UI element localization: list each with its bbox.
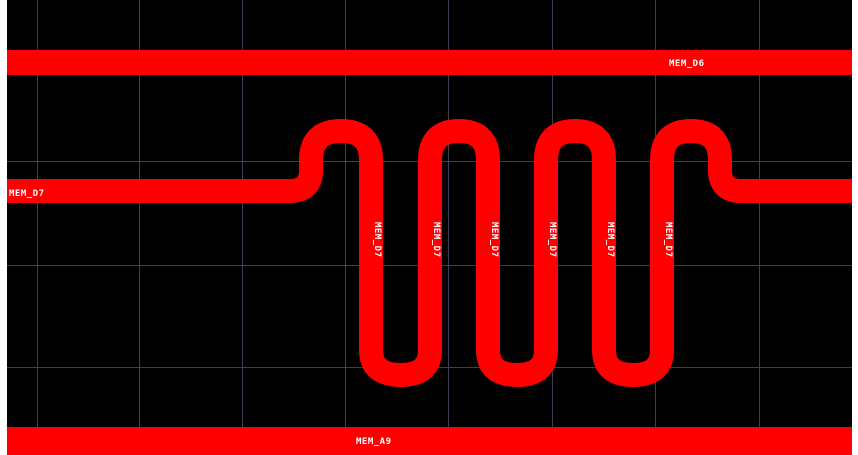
leg-label-mem-d7: MEM_D7 bbox=[605, 222, 615, 258]
trace-mem-a9[interactable] bbox=[7, 427, 852, 455]
net-label-mem-a9: MEM_A9 bbox=[356, 437, 392, 447]
pcb-layout-canvas[interactable]: MEM_D6 MEM_A9 MEM_D7 MEM_D7 MEM_D7 MEM_D… bbox=[7, 0, 852, 455]
trace-mem-d6[interactable] bbox=[7, 50, 852, 75]
leg-label-mem-d7: MEM_D7 bbox=[431, 222, 441, 258]
leg-label-mem-d7: MEM_D7 bbox=[372, 222, 382, 258]
leg-label-mem-d7: MEM_D7 bbox=[547, 222, 557, 258]
net-label-mem-d7: MEM_D7 bbox=[9, 189, 45, 199]
net-label-mem-d6: MEM_D6 bbox=[669, 59, 705, 69]
leg-label-mem-d7: MEM_D7 bbox=[489, 222, 499, 258]
leg-label-mem-d7: MEM_D7 bbox=[663, 222, 673, 258]
